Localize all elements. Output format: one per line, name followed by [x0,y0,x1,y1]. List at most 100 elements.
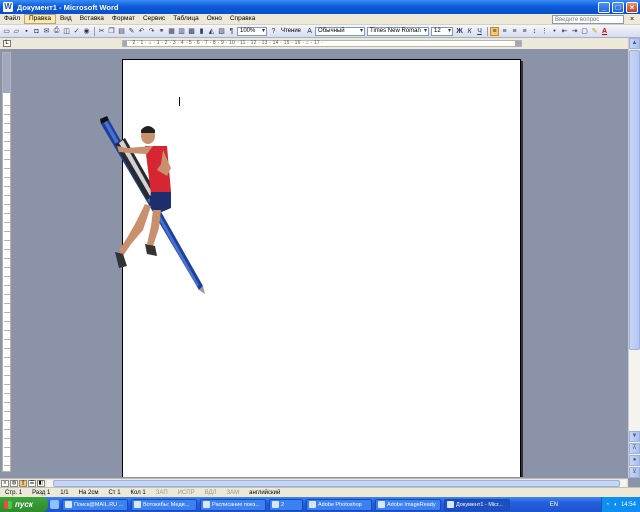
menu-file[interactable]: Файл [0,14,24,24]
help-icon[interactable]: ? [269,27,278,36]
increase-indent-icon[interactable]: ⇥ [570,27,579,36]
print-icon[interactable]: ⎙ [52,27,61,36]
taskbar-item[interactable]: Adobe ImageReady [375,498,441,511]
reading-view-icon[interactable]: ◧ [37,479,45,487]
align-left-icon[interactable]: ≡ [490,26,500,36]
taskbar-item[interactable]: Расписание поез... [200,498,266,511]
menu-help[interactable]: Справка [226,14,260,24]
paste-icon[interactable]: ▤ [117,27,126,36]
decrease-indent-icon[interactable]: ⇤ [560,27,569,36]
status-overtype[interactable]: ЗАМ [221,490,244,496]
research-icon[interactable]: ◉ [82,27,91,36]
redo-icon[interactable]: ↷ [147,27,156,36]
clip-art-image[interactable] [95,110,210,295]
status-track[interactable]: ИСПР [173,490,200,496]
menu-table[interactable]: Таблица [169,14,203,24]
close-document-button[interactable]: × [627,16,637,23]
zoom-select[interactable]: 100% [237,26,267,36]
maximize-button[interactable]: □ [612,1,624,13]
insert-table-icon[interactable]: ▥ [177,27,186,36]
taskbar-item[interactable]: Поиск@MAIL.RU ... [62,498,128,511]
tables-borders-icon[interactable]: ▦ [167,27,176,36]
print-preview-icon[interactable]: ◫ [62,27,71,36]
next-page-button[interactable]: ⊻ [629,467,640,478]
tray-icon[interactable]: ◔ [606,502,610,508]
status-rec[interactable]: ЗАП [151,490,173,496]
insert-excel-icon[interactable]: ▩ [187,27,196,36]
status-extend[interactable]: ВДЛ [200,490,222,496]
cut-icon[interactable]: ✂ [97,27,106,36]
outline-view-icon[interactable]: ☰ [28,479,36,487]
align-right-icon[interactable]: ≡ [510,27,519,36]
show-hide-icon[interactable]: ¶ [227,27,236,36]
menu-insert[interactable]: Вставка [76,14,108,24]
scroll-thumb[interactable] [629,50,640,350]
normal-view-icon[interactable]: ≡ [1,479,9,487]
language-indicator[interactable]: EN [550,502,558,508]
email-icon[interactable]: ✉ [42,27,51,36]
style-select[interactable]: Обычный [315,26,366,36]
word-icon[interactable]: W [3,2,13,12]
horizontal-ruler[interactable]: · 2 · 1 · ⌂ · 1 · 2 · 3 · 4 · 5 · 6 · 7 … [122,40,522,47]
start-button[interactable]: пуск [0,497,48,512]
status-language[interactable]: английский [244,490,285,496]
hyperlink-icon[interactable]: ⚭ [157,27,166,36]
numbering-icon[interactable]: ⋮ [540,27,549,36]
italic-button[interactable]: К [465,27,474,36]
justify-icon[interactable]: ≡ [520,27,529,36]
vertical-ruler[interactable] [2,52,11,472]
menu-edit[interactable]: Правка [23,14,56,24]
select-browse-object-button[interactable]: ● [629,455,640,466]
font-select[interactable]: Times New Roman [367,26,430,36]
horizontal-scroll-track[interactable] [47,479,626,487]
vertical-scrollbar[interactable]: ▲ ▼ ⊼ ● ⊻ [628,38,640,478]
help-search-input[interactable]: Введите вопрос [552,14,624,24]
taskbar-item-active[interactable]: Документ1 - Micr... [444,498,510,511]
save-icon[interactable]: ▪ [22,27,31,36]
font-color-button[interactable]: A [600,27,609,36]
web-view-icon[interactable]: ◍ [10,479,18,487]
highlight-icon[interactable]: ✎ [590,27,599,36]
columns-icon[interactable]: ▮ [197,27,206,36]
spelling-icon[interactable]: ✓ [72,27,81,36]
taskbar-item-label: Поиск@MAIL.RU ... [74,501,124,508]
minimize-button[interactable]: _ [598,1,610,13]
font-size-select[interactable]: 12 [431,26,454,36]
quick-launch-icon[interactable] [50,500,59,509]
styles-pane-icon[interactable]: A [305,27,314,36]
close-button[interactable]: × [626,1,638,13]
menu-view[interactable]: Вид [56,14,76,24]
undo-icon[interactable]: ↶ [137,27,146,36]
bullets-icon[interactable]: • [550,27,559,36]
taskbar-item[interactable]: Вотокибы: Меди... [131,498,197,511]
menu-window[interactable]: Окно [203,14,226,24]
drawing-icon[interactable]: ◭ [207,27,216,36]
print-layout-icon[interactable]: ▯ [19,479,27,487]
tab-selector[interactable]: L [3,40,11,47]
line-spacing-icon[interactable]: ↕ [530,27,539,36]
bold-button[interactable]: Ж [455,27,464,36]
menu-format[interactable]: Формат [108,14,139,24]
menu-tools[interactable]: Сервис [139,14,169,24]
system-tray: ◔ ◖ 14:54 [600,497,640,512]
horizontal-scroll-thumb[interactable] [53,479,620,487]
underline-button[interactable]: Ч [475,27,484,36]
scroll-down-button[interactable]: ▼ [629,431,640,442]
copy-icon[interactable]: ❐ [107,27,116,36]
new-document-icon[interactable]: ▭ [2,27,11,36]
scroll-up-button[interactable]: ▲ [629,38,640,49]
format-painter-icon[interactable]: ✎ [127,27,136,36]
permission-icon[interactable]: ◘ [32,27,41,36]
border-icon[interactable]: ▢ [580,27,589,36]
horizontal-scrollbar[interactable]: ≡ ◍ ▯ ☰ ◧ [0,478,628,487]
reading-button[interactable]: Чтение [279,28,303,34]
taskbar-item[interactable]: Adobe Photoshop [306,498,372,511]
clock[interactable]: 14:54 [621,502,636,508]
previous-page-button[interactable]: ⊼ [629,443,640,454]
volume-icon[interactable]: ◖ [613,502,617,508]
document-map-icon[interactable]: ▧ [217,27,226,36]
open-folder-icon[interactable]: ▱ [12,27,21,36]
toolbar-separator [487,26,489,36]
align-center-icon[interactable]: ≡ [500,27,509,36]
taskbar-item[interactable]: 2 [269,498,303,511]
